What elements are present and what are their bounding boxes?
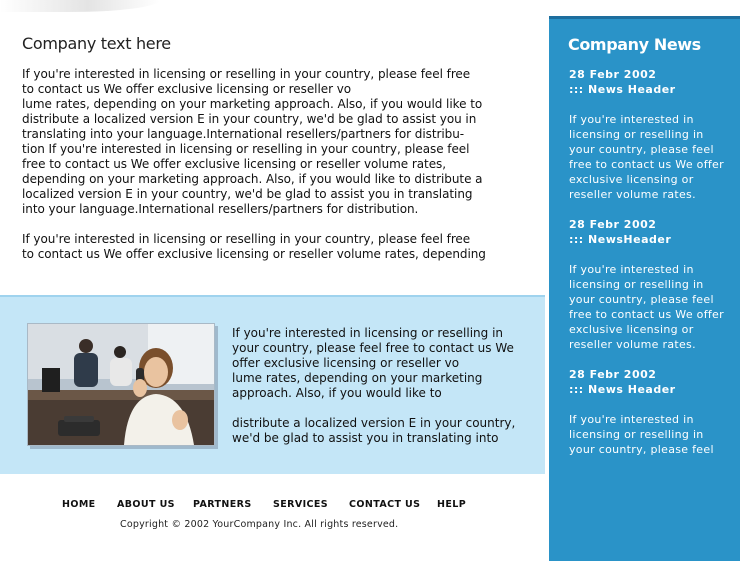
news-body: If you're interested in licensing or res… [569, 413, 714, 456]
news-header-link[interactable]: ::: News Header [569, 82, 729, 97]
footer-link-services[interactable]: SERVICES [273, 499, 328, 510]
page-heading: Company text here [22, 34, 171, 53]
intro-paragraph: If you're interested in licensing or res… [22, 67, 483, 216]
footer-link-help[interactable]: HELP [437, 499, 466, 510]
sidebar-top-strip [549, 0, 740, 16]
office-photo [27, 323, 215, 446]
footer-link-contact-us[interactable]: CONTACT US [349, 499, 420, 510]
news-date: 28 Febr 2002 [569, 218, 657, 231]
news-item: 28 Febr 2002 ::: NewsHeader If you're in… [569, 217, 729, 352]
office-photo-illustration [28, 324, 214, 445]
news-item: 28 Febr 2002 ::: News Header If you're i… [569, 67, 729, 202]
feature-band: If you're interested in licensing or res… [0, 295, 545, 474]
sidebar-divider [549, 16, 740, 19]
news-body: If you're interested in licensing or res… [569, 263, 724, 351]
top-decorative-shade [0, 0, 160, 12]
second-paragraph: If you're interested in licensing or res… [22, 232, 486, 261]
copyright-notice: Copyright © 2002 YourCompany Inc. All ri… [120, 519, 399, 530]
feature-text: If you're interested in licensing or res… [232, 326, 516, 445]
news-body: If you're interested in licensing or res… [569, 113, 724, 201]
news-date: 28 Febr 2002 [569, 68, 657, 81]
news-header-link[interactable]: ::: NewsHeader [569, 232, 729, 247]
footer-link-partners[interactable]: PARTNERS [193, 499, 252, 510]
sidebar-title: Company News [568, 35, 701, 54]
news-date: 28 Febr 2002 [569, 368, 657, 381]
news-sidebar: Company News 28 Febr 2002 ::: News Heade… [549, 0, 740, 561]
news-item: 28 Febr 2002 ::: News Header If you're i… [569, 367, 729, 457]
footer-link-about-us[interactable]: ABOUT US [117, 499, 175, 510]
footer-link-home[interactable]: HOME [62, 499, 96, 510]
news-header-link[interactable]: ::: News Header [569, 382, 729, 397]
